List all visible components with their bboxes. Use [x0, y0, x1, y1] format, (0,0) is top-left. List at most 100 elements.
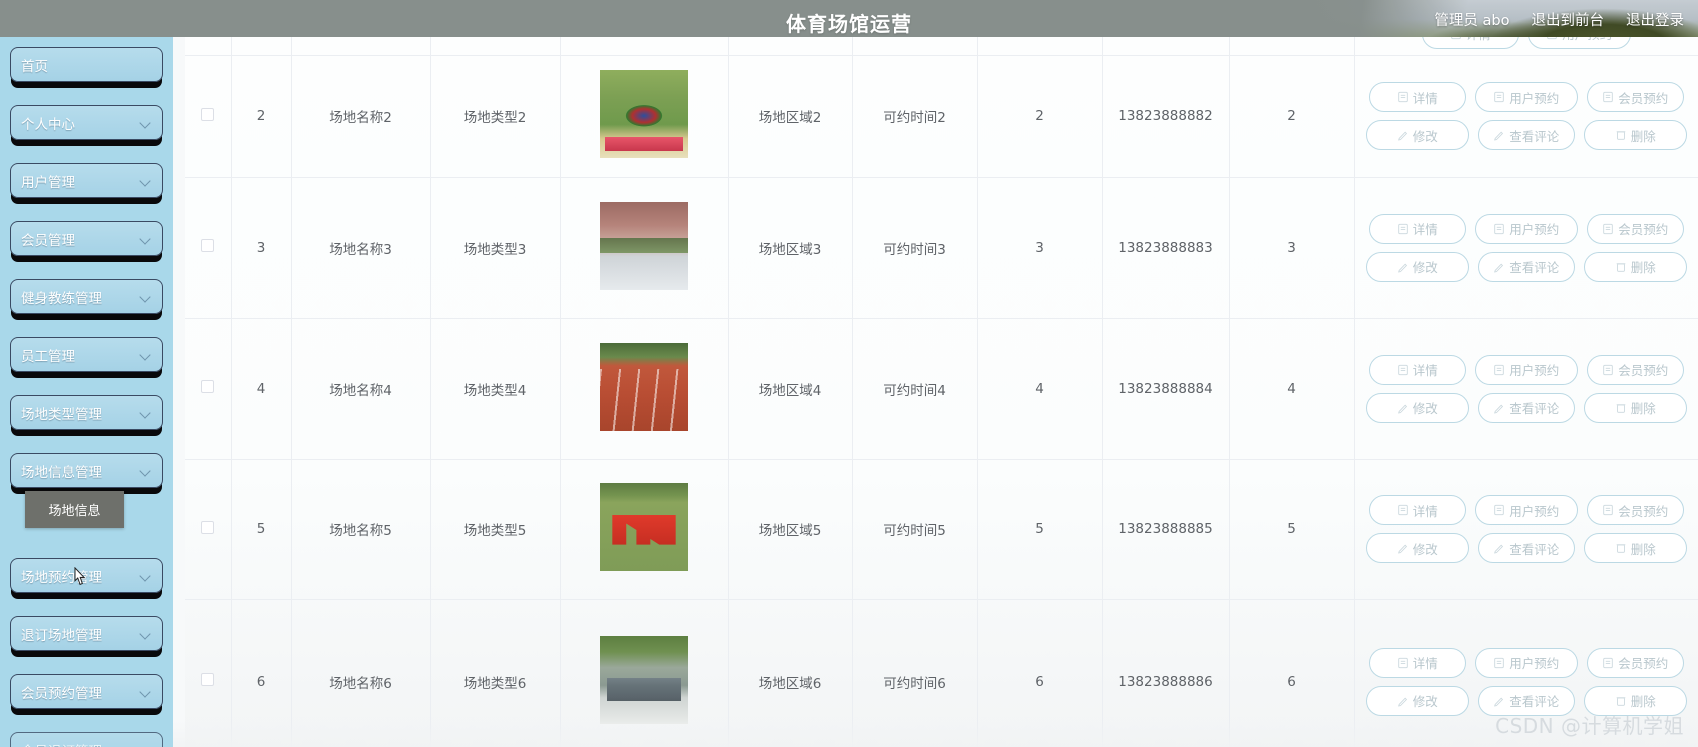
sidebar-item-venue-cancel-management[interactable]: 退订场地管理 [10, 616, 163, 651]
cell-name: 场地名称4 [291, 318, 431, 460]
member-booking-button[interactable]: 会员预约 [1586, 647, 1684, 678]
view-comments-button[interactable]: 查看评论 [1477, 392, 1575, 423]
sidebar-submenu-venue-info[interactable]: 场地信息 [25, 491, 124, 528]
venue-number: 2 [1035, 108, 1044, 124]
sidebar-item-member-management[interactable]: 会员管理 [10, 221, 163, 256]
row-checkbox[interactable] [201, 673, 215, 686]
venue-phone: 13823888885 [1118, 521, 1213, 537]
sidebar-item-member-booking-management[interactable]: 会员预约管理 [10, 674, 163, 709]
sidebar-item-member-cancel-management[interactable]: 会员退订管理 [10, 732, 163, 747]
venue-available-time: 可约时间5 [883, 523, 946, 539]
current-user-label: 管理员 abo [1434, 13, 1510, 29]
cell-time: 可约时间5 [852, 459, 978, 600]
venue-available-time: 可约时间4 [883, 382, 946, 399]
user-booking-button[interactable]: 用户预约 [1474, 213, 1578, 244]
view-comments-button[interactable]: 查看评论 [1477, 685, 1575, 716]
edit-button[interactable]: 修改 [1365, 533, 1469, 563]
row-checkbox[interactable] [201, 239, 215, 252]
venue-area: 场地区域5 [758, 523, 822, 539]
exit-to-frontend-link[interactable]: 退出到前台 [1532, 9, 1605, 30]
sidebar-item-personal-center[interactable]: 个人中心 [10, 105, 163, 140]
venue-number: 5 [1035, 521, 1044, 537]
cell-type: 场地类型3 [430, 177, 561, 319]
venue-type: 场地类型6 [463, 675, 527, 692]
cell-num2: 2 [1229, 55, 1355, 178]
cell-name: 场地名称3 [291, 177, 431, 319]
detail-button[interactable]: 详情 [1368, 647, 1466, 678]
sidebar-item-user-management[interactable]: 用户管理 [10, 163, 163, 198]
member-booking-button[interactable]: 会员预约 [1586, 495, 1684, 525]
venue-phone: 13823888882 [1118, 108, 1213, 124]
cell-operations: 详情 用户预约 [1354, 37, 1698, 56]
user-booking-button-label: 用户预约 [1509, 363, 1560, 378]
delete-button-label: 删除 [1630, 401, 1656, 416]
venue-available-time: 可约时间6 [883, 675, 946, 692]
table-row: 3 场地名称3 场地类型3 场地区域3 可约时间3 3 13823888883 … [185, 177, 1698, 319]
cell-area [728, 37, 853, 56]
row-actions: 详情 用户预约 会员预约 修改 查看评论 删除 [1359, 212, 1695, 284]
logout-link[interactable]: 退出登录 [1626, 9, 1684, 30]
detail-button[interactable]: 详情 [1368, 213, 1466, 244]
sidebar-item-staff-management[interactable]: 员工管理 [10, 337, 163, 372]
cell-name: 场地名称2 [291, 55, 431, 178]
venue-number: 6 [1035, 673, 1044, 690]
delete-button-label: 删除 [1630, 541, 1656, 557]
chevron-down-icon [140, 407, 152, 419]
detail-button[interactable]: 详情 [1368, 495, 1466, 525]
edit-button[interactable]: 修改 [1365, 392, 1469, 423]
sidebar-item-venue-type-management[interactable]: 场地类型管理 [10, 395, 163, 430]
cell-id: 5 [231, 459, 292, 600]
delete-button[interactable]: 删除 [1583, 120, 1687, 150]
chevron-down-icon [140, 291, 152, 303]
delete-button[interactable]: 删除 [1583, 685, 1687, 716]
venue-photo-5[interactable] [600, 483, 688, 571]
delete-button[interactable]: 删除 [1583, 392, 1687, 423]
venue-photo-4[interactable] [600, 342, 688, 431]
sidebar-item-label: 个人中心 [21, 116, 75, 133]
detail-button[interactable]: 详情 [1368, 82, 1466, 112]
cell-num2: 6 [1229, 599, 1355, 747]
row-checkbox[interactable] [201, 107, 215, 121]
venue-photo-3[interactable] [600, 201, 688, 290]
edit-button[interactable]: 修改 [1365, 251, 1469, 282]
cell-operations: 详情 用户预约 会员预约 修改 查看评论 删除 [1354, 177, 1698, 319]
user-booking-button[interactable]: 用户预约 [1474, 647, 1578, 678]
cell-image [560, 55, 729, 178]
view-comments-button-label: 查看评论 [1509, 128, 1560, 144]
sidebar-item-venue-booking-management[interactable]: 场地预约管理 [10, 558, 163, 593]
user-booking-button[interactable]: 用户预约 [1474, 82, 1578, 112]
chevron-down-icon [140, 233, 152, 245]
delete-button[interactable]: 删除 [1583, 533, 1687, 563]
member-booking-button[interactable]: 会员预约 [1586, 354, 1684, 385]
chevron-down-icon [140, 349, 152, 361]
edit-button[interactable]: 修改 [1365, 120, 1469, 150]
cell-time: 可约时间2 [852, 55, 978, 178]
edit-button[interactable]: 修改 [1365, 685, 1469, 716]
cell-num2: 5 [1229, 459, 1355, 600]
venue-photo-2[interactable] [600, 70, 688, 158]
detail-button[interactable]: 详情 [1421, 37, 1519, 49]
user-booking-button[interactable]: 用户预约 [1527, 37, 1631, 49]
sidebar-item-label: 场地类型管理 [21, 406, 102, 423]
view-comments-button[interactable]: 查看评论 [1477, 120, 1575, 150]
row-checkbox[interactable] [201, 520, 215, 534]
sidebar-item-home[interactable]: 首页 [10, 47, 163, 82]
user-booking-button[interactable]: 用户预约 [1474, 354, 1578, 385]
view-comments-button[interactable]: 查看评论 [1477, 251, 1575, 282]
app-root: 体育场馆运营 管理员 abo 退出到前台 退出登录 首页 个人中心 用户管理 会… [0, 0, 1698, 747]
venue-photo-6[interactable] [600, 635, 688, 724]
view-comments-button[interactable]: 查看评论 [1477, 533, 1575, 563]
user-booking-button[interactable]: 用户预约 [1474, 495, 1578, 525]
row-actions: 详情 用户预约 会员预约 修改 查看评论 删除 [1359, 646, 1695, 718]
member-booking-button[interactable]: 会员预约 [1586, 82, 1684, 112]
sidebar-item-coach-management[interactable]: 健身教练管理 [10, 279, 163, 314]
delete-button[interactable]: 删除 [1583, 251, 1687, 282]
user-booking-button-label: 用户预约 [1509, 503, 1560, 519]
cell-phone: 13823888883 [1102, 177, 1230, 319]
cell-time [852, 37, 978, 56]
sidebar-item-venue-info-management[interactable]: 场地信息管理 [10, 453, 163, 488]
cell-image [560, 599, 729, 747]
detail-button[interactable]: 详情 [1368, 354, 1466, 385]
member-booking-button[interactable]: 会员预约 [1586, 213, 1684, 244]
row-checkbox[interactable] [201, 380, 215, 393]
